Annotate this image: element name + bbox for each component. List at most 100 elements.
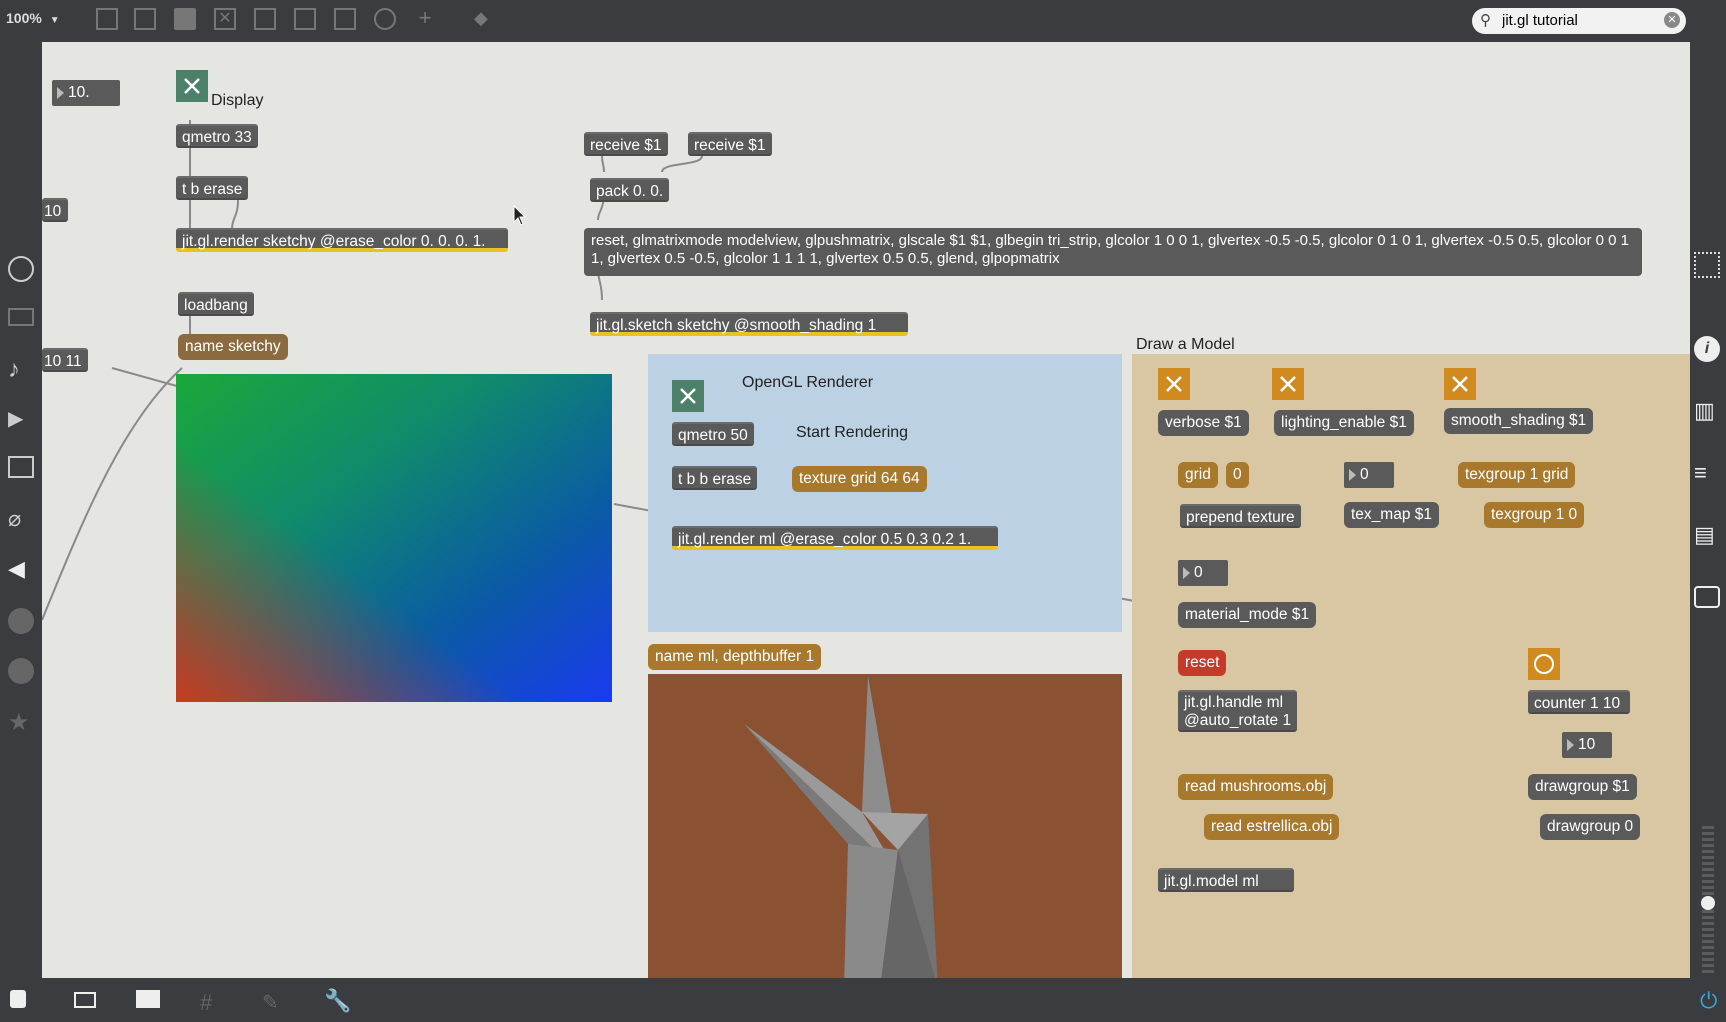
- slider-icon[interactable]: [334, 8, 356, 30]
- pack-object[interactable]: pack 0. 0.: [590, 178, 670, 202]
- info-icon[interactable]: i: [1694, 336, 1720, 362]
- cord: [231, 199, 239, 231]
- cord: [661, 155, 703, 173]
- comment-icon[interactable]: [174, 8, 196, 30]
- drawgroup-0-message[interactable]: drawgroup 0: [1540, 814, 1641, 840]
- search-box[interactable]: ⚲ ✕: [1472, 8, 1686, 34]
- level-slider[interactable]: [1701, 826, 1715, 976]
- grid-toggle-icon[interactable]: #: [200, 990, 212, 1016]
- lighting-toggle[interactable]: [1272, 368, 1304, 400]
- trigger-bb-erase-object[interactable]: t b b erase: [672, 466, 758, 490]
- music-note-icon[interactable]: ♪: [8, 356, 34, 383]
- toggle-icon[interactable]: ✕: [214, 8, 236, 30]
- ml-render-window[interactable]: [648, 674, 1122, 978]
- verbose-message[interactable]: verbose $1: [1158, 410, 1249, 436]
- counter-object[interactable]: counter 1 10: [1528, 690, 1630, 714]
- clear-search-icon[interactable]: ✕: [1664, 12, 1680, 28]
- receive-object-2[interactable]: receive $1: [688, 132, 772, 156]
- add-icon[interactable]: +: [414, 7, 436, 30]
- smooth-shading-toggle[interactable]: [1444, 368, 1476, 400]
- lock-icon[interactable]: [10, 990, 26, 1008]
- list-icon[interactable]: ≡: [1694, 460, 1720, 486]
- camera-icon[interactable]: [1694, 586, 1720, 608]
- star-model-render: [744, 676, 938, 978]
- receive-object-1[interactable]: receive $1: [584, 132, 668, 156]
- texgroup-grid-message[interactable]: texgroup 1 grid: [1458, 462, 1576, 488]
- jit-gl-sketch-object[interactable]: jit.gl.sketch sketchy @smooth_shading 1: [590, 312, 908, 336]
- qmetro-50-object[interactable]: qmetro 50: [672, 422, 754, 446]
- jit-gl-model-object[interactable]: jit.gl.model ml: [1158, 868, 1294, 892]
- read-mushrooms-message[interactable]: read mushrooms.obj: [1178, 774, 1334, 800]
- jit-gl-handle-object[interactable]: jit.gl.handle ml @auto_rotate 1: [1178, 690, 1298, 732]
- button-icon[interactable]: [254, 8, 276, 30]
- material-number-box[interactable]: 0: [1178, 560, 1228, 586]
- wrench-icon[interactable]: 🔧: [324, 988, 351, 1014]
- texture-grid-message[interactable]: texture grid 64 64: [792, 466, 927, 492]
- pack-output-10-11[interactable]: 10 11: [42, 348, 88, 372]
- reference-icon[interactable]: ▤: [1694, 522, 1720, 548]
- jit-gl-render-sketchy-object[interactable]: jit.gl.render sketchy @erase_color 0. 0.…: [176, 228, 508, 252]
- dial-icon[interactable]: [374, 8, 396, 30]
- smooth-shading-message[interactable]: smooth_shading $1: [1444, 408, 1594, 434]
- media-icon[interactable]: ▶: [8, 406, 34, 432]
- power-icon[interactable]: ⏻: [1700, 988, 1717, 1014]
- sketchy-render-window[interactable]: [176, 374, 612, 702]
- counter-bang-button[interactable]: [1528, 648, 1560, 680]
- star-icon[interactable]: ★: [8, 708, 34, 736]
- snap-icon[interactable]: ✎: [262, 990, 279, 1015]
- presentation-mode-icon[interactable]: [136, 990, 160, 1008]
- paint-bucket-icon[interactable]: ◆: [474, 8, 496, 30]
- zoom-dropdown[interactable]: 100% ▼: [6, 10, 60, 26]
- book-icon[interactable]: ▥: [1694, 398, 1720, 424]
- opengl-renderer-panel: [648, 354, 1122, 632]
- zero-message[interactable]: 0: [1226, 462, 1249, 488]
- left-sidebar: ♪ ▶ ⌀ ◀ ★: [0, 42, 42, 978]
- level-slider-knob[interactable]: [1701, 896, 1715, 910]
- close-x-icon: [680, 388, 696, 404]
- zoom-value: 100%: [6, 10, 42, 26]
- sketch-command-message[interactable]: reset, glmatrixmode modelview, glpushmat…: [584, 228, 1642, 276]
- loadbang-object[interactable]: loadbang: [178, 292, 254, 316]
- paperclip-icon[interactable]: ⌀: [8, 506, 34, 532]
- opengl-renderer-title: OpenGL Renderer: [742, 374, 874, 391]
- vizzie-icon[interactable]: [8, 608, 34, 634]
- browser-icon[interactable]: [8, 308, 34, 326]
- float-number-box[interactable]: 10.: [52, 80, 120, 106]
- texgroup-10-message[interactable]: texgroup 1 0: [1484, 502, 1585, 528]
- grid-message[interactable]: grid: [1178, 462, 1218, 488]
- number-box-10[interactable]: 10: [42, 198, 68, 222]
- image-icon[interactable]: [8, 456, 34, 478]
- name-sketchy-message[interactable]: name sketchy: [178, 334, 288, 360]
- drawgroup-number-box[interactable]: 10: [1562, 732, 1612, 758]
- trigger-object[interactable]: t b erase: [176, 176, 249, 200]
- patcher-canvas[interactable]: 10. 10 10 11 Display qmetro 33 t b erase…: [42, 42, 1690, 978]
- target-icon[interactable]: [8, 256, 34, 282]
- lighting-enable-message[interactable]: lighting_enable $1: [1274, 410, 1414, 436]
- name-ml-depthbuffer-message[interactable]: name ml, depthbuffer 1: [648, 644, 822, 670]
- material-mode-message[interactable]: material_mode $1: [1178, 602, 1317, 628]
- search-icon: ⚲: [1480, 12, 1491, 29]
- qmetro-33-object[interactable]: qmetro 33: [176, 124, 258, 148]
- grid-icon[interactable]: [1694, 252, 1720, 278]
- prepend-texture-object[interactable]: prepend texture: [1180, 504, 1301, 528]
- plug-icon[interactable]: ◀: [8, 556, 34, 582]
- object-icon[interactable]: [134, 8, 156, 30]
- presentation-icon[interactable]: [96, 8, 118, 30]
- play-icon[interactable]: [294, 8, 316, 30]
- beap-icon[interactable]: [8, 658, 34, 684]
- texmap-number-box[interactable]: 0: [1344, 462, 1394, 488]
- display-label: Display: [211, 92, 264, 109]
- drawgroup-var-message[interactable]: drawgroup $1: [1528, 774, 1637, 800]
- draw-model-title: Draw a Model: [1136, 336, 1235, 353]
- top-toolbar: 100% ▼ ✕ + ◆ ⚲ ✕: [0, 0, 1726, 42]
- search-input[interactable]: [1500, 11, 1654, 30]
- display-toggle[interactable]: [176, 70, 208, 102]
- reset-message[interactable]: reset: [1178, 650, 1227, 676]
- close-x-icon: [1166, 376, 1182, 392]
- jit-gl-render-ml-object[interactable]: jit.gl.render ml @erase_color 0.5 0.3 0.…: [672, 526, 998, 550]
- windows-icon[interactable]: [74, 992, 96, 1008]
- read-estrellica-message[interactable]: read estrellica.obj: [1204, 814, 1340, 840]
- verbose-toggle[interactable]: [1158, 368, 1190, 400]
- opengl-toggle[interactable]: [672, 380, 704, 412]
- texmap-message[interactable]: tex_map $1: [1344, 502, 1439, 528]
